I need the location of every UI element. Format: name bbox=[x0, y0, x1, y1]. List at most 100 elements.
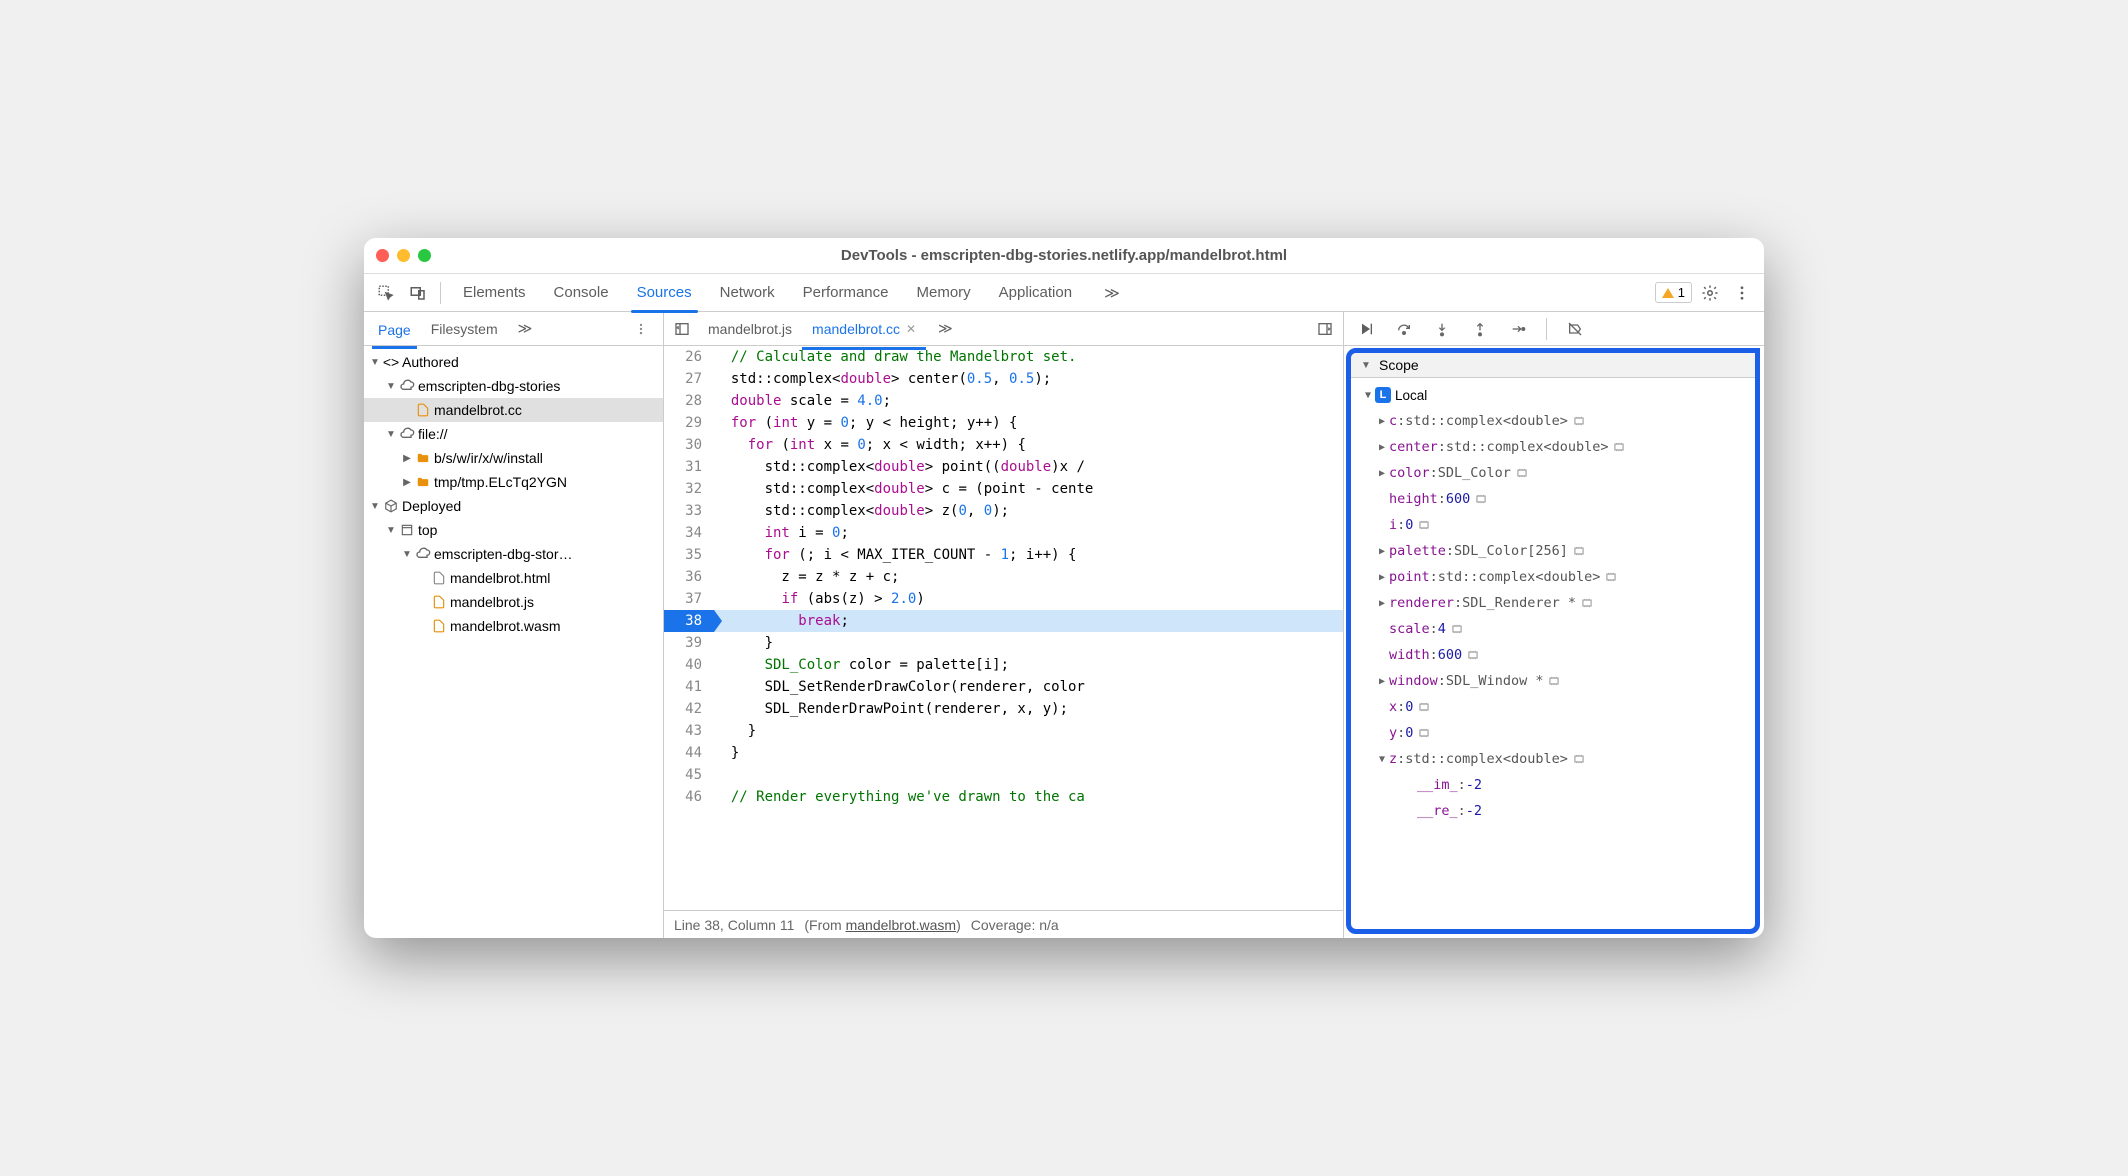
code-line[interactable]: 41 SDL_SetRenderDrawColor(renderer, colo… bbox=[664, 676, 1343, 698]
memory-icon[interactable] bbox=[1417, 700, 1431, 714]
scope-local[interactable]: ▼LLocal bbox=[1357, 382, 1749, 408]
source-map-link[interactable]: mandelbrot.wasm bbox=[846, 917, 957, 933]
tab-application[interactable]: Application bbox=[985, 278, 1086, 307]
device-toggle-icon[interactable] bbox=[404, 279, 432, 307]
scope-variable[interactable]: __im_: -2 bbox=[1357, 772, 1749, 798]
tab-memory[interactable]: Memory bbox=[903, 278, 985, 307]
code-line[interactable]: 36 z = z * z + c; bbox=[664, 566, 1343, 588]
tree-deployed[interactable]: ▼Deployed bbox=[364, 494, 663, 518]
tree-file-scheme[interactable]: ▼file:// bbox=[364, 422, 663, 446]
editor-tab[interactable]: mandelbrot.cc✕ bbox=[802, 317, 926, 350]
memory-icon[interactable] bbox=[1417, 726, 1431, 740]
memory-icon[interactable] bbox=[1572, 752, 1586, 766]
code-line[interactable]: 38 break; bbox=[664, 610, 1343, 632]
code-line[interactable]: 33 std::complex<double> z(0, 0); bbox=[664, 500, 1343, 522]
memory-icon[interactable] bbox=[1417, 518, 1431, 532]
memory-icon[interactable] bbox=[1572, 544, 1586, 558]
nav-tab-overflow-icon[interactable]: ≫ bbox=[512, 316, 539, 341]
tab-overflow-icon[interactable]: ≫ bbox=[1090, 278, 1134, 308]
memory-icon[interactable] bbox=[1604, 570, 1618, 584]
code-editor[interactable]: 26 // Calculate and draw the Mandelbrot … bbox=[664, 346, 1343, 910]
scope-variable[interactable]: ▶window: SDL_Window * bbox=[1357, 668, 1749, 694]
memory-icon[interactable] bbox=[1450, 622, 1464, 636]
code-line[interactable]: 31 std::complex<double> point((double)x … bbox=[664, 456, 1343, 478]
code-line[interactable]: 39 } bbox=[664, 632, 1343, 654]
scope-variable[interactable]: ▼z: std::complex<double> bbox=[1357, 746, 1749, 772]
scope-header[interactable]: ▼Scope bbox=[1351, 353, 1755, 378]
nav-more-icon[interactable] bbox=[627, 315, 655, 343]
tree-file-js[interactable]: mandelbrot.js bbox=[364, 590, 663, 614]
step-icon[interactable] bbox=[1504, 315, 1532, 343]
code-line[interactable]: 46 // Render everything we've drawn to t… bbox=[664, 786, 1343, 808]
deactivate-breakpoints-icon[interactable] bbox=[1561, 315, 1589, 343]
resume-icon[interactable] bbox=[1352, 315, 1380, 343]
tree-top[interactable]: ▼top bbox=[364, 518, 663, 542]
toggle-debugger-icon[interactable] bbox=[1311, 315, 1339, 343]
memory-icon[interactable] bbox=[1466, 648, 1480, 662]
tree-file-cc[interactable]: mandelbrot.cc bbox=[364, 398, 663, 422]
code-line[interactable]: 34 int i = 0; bbox=[664, 522, 1343, 544]
code-line[interactable]: 43 } bbox=[664, 720, 1343, 742]
code-line[interactable]: 29 for (int y = 0; y < height; y++) { bbox=[664, 412, 1343, 434]
step-into-icon[interactable] bbox=[1428, 315, 1456, 343]
tab-network[interactable]: Network bbox=[706, 278, 789, 307]
warning-badge[interactable]: 1 bbox=[1655, 282, 1692, 303]
inspect-icon[interactable] bbox=[372, 279, 400, 307]
nav-tab-page[interactable]: Page bbox=[372, 318, 417, 349]
memory-icon[interactable] bbox=[1547, 674, 1561, 688]
tree-file-html[interactable]: mandelbrot.html bbox=[364, 566, 663, 590]
close-tab-icon[interactable]: ✕ bbox=[906, 322, 916, 336]
code-line[interactable]: 44 } bbox=[664, 742, 1343, 764]
editor-tab-overflow-icon[interactable]: ≫ bbox=[928, 316, 963, 341]
scope-variable[interactable]: scale: 4 bbox=[1357, 616, 1749, 642]
code-line[interactable]: 32 std::complex<double> c = (point - cen… bbox=[664, 478, 1343, 500]
tree-domain[interactable]: ▼emscripten-dbg-stories bbox=[364, 374, 663, 398]
content-area: Page Filesystem ≫ ▼<>Authored ▼emscripte… bbox=[364, 312, 1764, 938]
scope-variable[interactable]: ▶renderer: SDL_Renderer * bbox=[1357, 590, 1749, 616]
debugger-sidebar: ▼Scope ▼LLocal ▶c: std::complex<double>▶… bbox=[1344, 312, 1764, 938]
code-line[interactable]: 40 SDL_Color color = palette[i]; bbox=[664, 654, 1343, 676]
cloud-icon bbox=[398, 378, 416, 394]
memory-icon[interactable] bbox=[1474, 492, 1488, 506]
code-line[interactable]: 26 // Calculate and draw the Mandelbrot … bbox=[664, 346, 1343, 368]
code-line[interactable]: 35 for (; i < MAX_ITER_COUNT - 1; i++) { bbox=[664, 544, 1343, 566]
tree-file-wasm[interactable]: mandelbrot.wasm bbox=[364, 614, 663, 638]
code-line[interactable]: 27 std::complex<double> center(0.5, 0.5)… bbox=[664, 368, 1343, 390]
code-line[interactable]: 28 double scale = 4.0; bbox=[664, 390, 1343, 412]
scope-variable[interactable]: y: 0 bbox=[1357, 720, 1749, 746]
tab-performance[interactable]: Performance bbox=[789, 278, 903, 307]
tree-authored[interactable]: ▼<>Authored bbox=[364, 350, 663, 374]
tab-sources[interactable]: Sources bbox=[623, 278, 706, 307]
memory-icon[interactable] bbox=[1572, 414, 1586, 428]
code-line[interactable]: 37 if (abs(z) > 2.0) bbox=[664, 588, 1343, 610]
tab-console[interactable]: Console bbox=[540, 278, 623, 307]
code-line[interactable]: 42 SDL_RenderDrawPoint(renderer, x, y); bbox=[664, 698, 1343, 720]
scope-variable[interactable]: ▶c: std::complex<double> bbox=[1357, 408, 1749, 434]
scope-variable[interactable]: ▶palette: SDL_Color[256] bbox=[1357, 538, 1749, 564]
step-out-icon[interactable] bbox=[1466, 315, 1494, 343]
step-over-icon[interactable] bbox=[1390, 315, 1418, 343]
settings-icon[interactable] bbox=[1696, 279, 1724, 307]
memory-icon[interactable] bbox=[1515, 466, 1529, 480]
scope-variable[interactable]: ▶point: std::complex<double> bbox=[1357, 564, 1749, 590]
memory-icon[interactable] bbox=[1612, 440, 1626, 454]
scope-variable[interactable]: height: 600 bbox=[1357, 486, 1749, 512]
tree-domain[interactable]: ▼emscripten-dbg-stor… bbox=[364, 542, 663, 566]
scope-variable[interactable]: __re_: -2 bbox=[1357, 798, 1749, 824]
memory-icon[interactable] bbox=[1580, 596, 1594, 610]
tree-folder[interactable]: ▶b/s/w/ir/x/w/install bbox=[364, 446, 663, 470]
scope-variable[interactable]: width: 600 bbox=[1357, 642, 1749, 668]
toggle-navigator-icon[interactable] bbox=[668, 315, 696, 343]
tab-elements[interactable]: Elements bbox=[449, 278, 540, 307]
code-line[interactable]: 30 for (int x = 0; x < width; x++) { bbox=[664, 434, 1343, 456]
brackets-icon: <> bbox=[382, 354, 400, 370]
tree-folder[interactable]: ▶tmp/tmp.ELcTq2YGN bbox=[364, 470, 663, 494]
scope-variable[interactable]: x: 0 bbox=[1357, 694, 1749, 720]
scope-variable[interactable]: ▶center: std::complex<double> bbox=[1357, 434, 1749, 460]
code-line[interactable]: 45 bbox=[664, 764, 1343, 786]
scope-variable[interactable]: ▶color: SDL_Color bbox=[1357, 460, 1749, 486]
nav-tab-filesystem[interactable]: Filesystem bbox=[425, 317, 504, 341]
scope-variable[interactable]: i: 0 bbox=[1357, 512, 1749, 538]
editor-tab[interactable]: mandelbrot.js bbox=[698, 317, 802, 341]
more-icon[interactable] bbox=[1728, 279, 1756, 307]
